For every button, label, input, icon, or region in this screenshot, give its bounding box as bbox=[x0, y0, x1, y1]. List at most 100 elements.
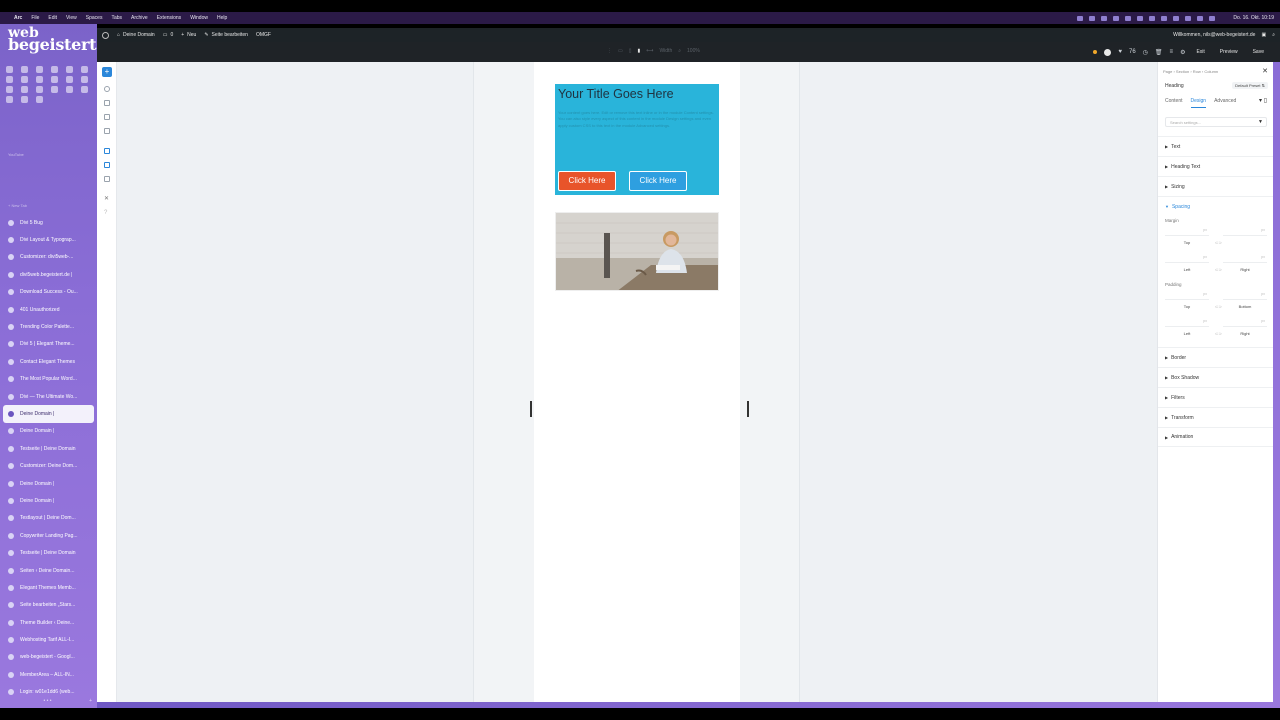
favorite-icon[interactable] bbox=[36, 76, 43, 83]
site-name-link[interactable]: ⌂ Deine Domain bbox=[117, 32, 155, 38]
group-text[interactable]: ▶ Text bbox=[1158, 136, 1274, 156]
sidebar-tab[interactable]: divi5web.begeistert.de | bbox=[3, 266, 94, 283]
status-icon[interactable] bbox=[1089, 15, 1096, 21]
global-icon[interactable] bbox=[104, 128, 110, 134]
favorite-icon[interactable] bbox=[66, 76, 73, 83]
margin-left-input[interactable]: px bbox=[1165, 255, 1209, 263]
favorite-icon[interactable] bbox=[6, 86, 13, 93]
sidebar-tab[interactable]: Customizer: Deine Dom... bbox=[3, 457, 94, 474]
favorite-icon[interactable] bbox=[6, 96, 13, 103]
history-icon[interactable]: ◷ bbox=[1143, 49, 1148, 56]
status-icon[interactable] bbox=[1161, 15, 1168, 21]
group-animation[interactable]: ▶ Animation bbox=[1158, 427, 1274, 447]
resize-handle-left[interactable] bbox=[530, 401, 532, 417]
clock[interactable]: Do. 16. Okt. 10:19 bbox=[1233, 15, 1274, 21]
save-button[interactable]: Save bbox=[1249, 47, 1268, 57]
new-tab-button[interactable]: + New Tab bbox=[8, 203, 27, 208]
sidebar-tab[interactable]: Trending Color Palette... bbox=[3, 318, 94, 335]
favorite-icon[interactable] bbox=[81, 76, 88, 83]
variables-icon[interactable] bbox=[104, 148, 110, 154]
light-mode-icon[interactable] bbox=[1104, 48, 1112, 56]
link-icon[interactable]: ⊂⊃ bbox=[1215, 331, 1222, 336]
tab-advanced[interactable]: Advanced bbox=[1214, 98, 1236, 108]
favorite-icon[interactable] bbox=[21, 86, 28, 93]
tablet-view-icon[interactable]: ▯ bbox=[629, 48, 632, 54]
search-icon[interactable]: ⌕ bbox=[1272, 32, 1275, 38]
sidebar-tab[interactable]: Contact Elegant Themes bbox=[3, 353, 94, 370]
resize-handle-right[interactable] bbox=[747, 401, 749, 417]
group-transform[interactable]: ▶ Transform bbox=[1158, 407, 1274, 427]
sidebar-tab[interactable]: Seite bearbeiten „Stars... bbox=[3, 597, 94, 614]
preview-button[interactable]: Preview bbox=[1216, 47, 1242, 57]
sidebar-tab[interactable]: The Most Popular Word... bbox=[3, 371, 94, 388]
status-icon[interactable] bbox=[1209, 15, 1216, 21]
sidebar-tab[interactable]: Divi 5 | Elegant Theme... bbox=[3, 336, 94, 353]
link-icon[interactable]: ⊂⊃ bbox=[1215, 304, 1222, 309]
sidebar-tab[interactable]: Theme Builder ‹ Deine... bbox=[3, 614, 94, 631]
favorite-icon[interactable] bbox=[66, 86, 73, 93]
status-icon[interactable] bbox=[1101, 15, 1108, 21]
padding-bottom-input[interactable]: px bbox=[1223, 292, 1267, 300]
sidebar-tab[interactable]: Elegant Themes Memb... bbox=[3, 579, 94, 596]
group-spacing[interactable]: ▼ Spacing bbox=[1158, 196, 1274, 216]
layers-icon[interactable] bbox=[104, 86, 110, 92]
status-icon[interactable] bbox=[1173, 15, 1180, 21]
favorite-icon[interactable] bbox=[66, 66, 73, 73]
favorite-icon[interactable] bbox=[21, 96, 28, 103]
preset-selector[interactable]: Default Preset ⇅ bbox=[1232, 82, 1268, 89]
mobile-icon[interactable]: ▯ bbox=[1264, 98, 1267, 104]
comments-link[interactable]: ▭ 0 bbox=[163, 32, 174, 38]
wordpress-logo-icon[interactable] bbox=[102, 31, 109, 39]
favorite-icon[interactable] bbox=[81, 66, 88, 73]
menu-item-archive[interactable]: Archive bbox=[131, 15, 148, 21]
favorite-icon[interactable] bbox=[36, 96, 43, 103]
margin-bottom-input[interactable]: px bbox=[1223, 228, 1267, 236]
hero-section[interactable]: Your Title Goes Here Your content goes h… bbox=[555, 84, 719, 195]
margin-right-input[interactable]: px bbox=[1223, 255, 1267, 263]
menu-item-extensions[interactable]: Extensions bbox=[157, 15, 181, 21]
close-icon[interactable]: ✕ bbox=[1262, 67, 1268, 75]
status-icon[interactable] bbox=[1113, 15, 1120, 21]
padding-right-input[interactable]: px bbox=[1223, 319, 1267, 327]
avatar[interactable]: ▣ bbox=[1261, 32, 1266, 38]
pages-icon[interactable] bbox=[104, 100, 110, 106]
favorite-icon[interactable] bbox=[51, 66, 58, 73]
sidebar-tab[interactable]: Download Success - Ou... bbox=[3, 284, 94, 301]
desktop-view-icon[interactable]: ▭ bbox=[618, 48, 623, 54]
menu-item-window[interactable]: Window bbox=[190, 15, 208, 21]
sidebar-tab[interactable]: Seiten ‹ Deine Domain... bbox=[3, 562, 94, 579]
sidebar-tab[interactable]: Testseite | Deine Domain bbox=[3, 544, 94, 561]
presets-icon[interactable] bbox=[104, 162, 110, 168]
sidebar-tab[interactable]: Customizer: divi5web-... bbox=[3, 249, 94, 266]
hero-button-primary[interactable]: Click Here bbox=[558, 171, 616, 191]
favorite-icon[interactable] bbox=[51, 86, 58, 93]
favorite-icon[interactable] bbox=[6, 66, 13, 73]
sidebar-tab[interactable]: Deine Domain | bbox=[3, 475, 94, 492]
sidebar-tab[interactable]: 401 Unauthorized bbox=[3, 301, 94, 318]
menu-item-edit[interactable]: Edit bbox=[48, 15, 57, 21]
tab-content[interactable]: Content bbox=[1165, 98, 1183, 108]
phone-view-icon[interactable]: ▮ bbox=[638, 48, 641, 54]
favorite-icon[interactable] bbox=[51, 76, 58, 83]
trash-icon[interactable]: 🗑 bbox=[1155, 49, 1163, 56]
hero-image[interactable] bbox=[555, 212, 719, 291]
tools-icon[interactable]: ✕ bbox=[104, 196, 110, 202]
page-settings-icon[interactable] bbox=[104, 176, 110, 182]
zoom-value[interactable]: 100% bbox=[687, 48, 700, 54]
hero-button-secondary[interactable]: Click Here bbox=[629, 171, 687, 191]
edit-page-link[interactable]: ✎ Seite bearbeiten bbox=[204, 32, 248, 38]
welcome-user[interactable]: Willkommen, nils@web-begeistert.de bbox=[1173, 32, 1255, 38]
sidebar-tab[interactable]: Webhosting Tarif ALL-I... bbox=[3, 631, 94, 648]
group-filters[interactable]: ▶ Filters bbox=[1158, 387, 1274, 407]
link-icon[interactable]: ⊂⊃ bbox=[1215, 240, 1222, 245]
favorite-icon[interactable] bbox=[21, 76, 28, 83]
padding-top-input[interactable]: px bbox=[1165, 292, 1209, 300]
sidebar-tab[interactable]: MemberArea – ALL-IN... bbox=[3, 666, 94, 683]
sidebar-tab[interactable]: Deine Domain | bbox=[3, 492, 94, 509]
favorite-icon[interactable] bbox=[36, 86, 43, 93]
breadcrumb[interactable]: Page › Section › Row › Column bbox=[1163, 69, 1218, 74]
status-icon[interactable] bbox=[1125, 15, 1132, 21]
settings-icon[interactable]: ⚙ bbox=[1180, 49, 1185, 56]
sidebar-tab[interactable]: Testseite | Deine Domain bbox=[3, 440, 94, 457]
padding-left-input[interactable]: px bbox=[1165, 319, 1209, 327]
